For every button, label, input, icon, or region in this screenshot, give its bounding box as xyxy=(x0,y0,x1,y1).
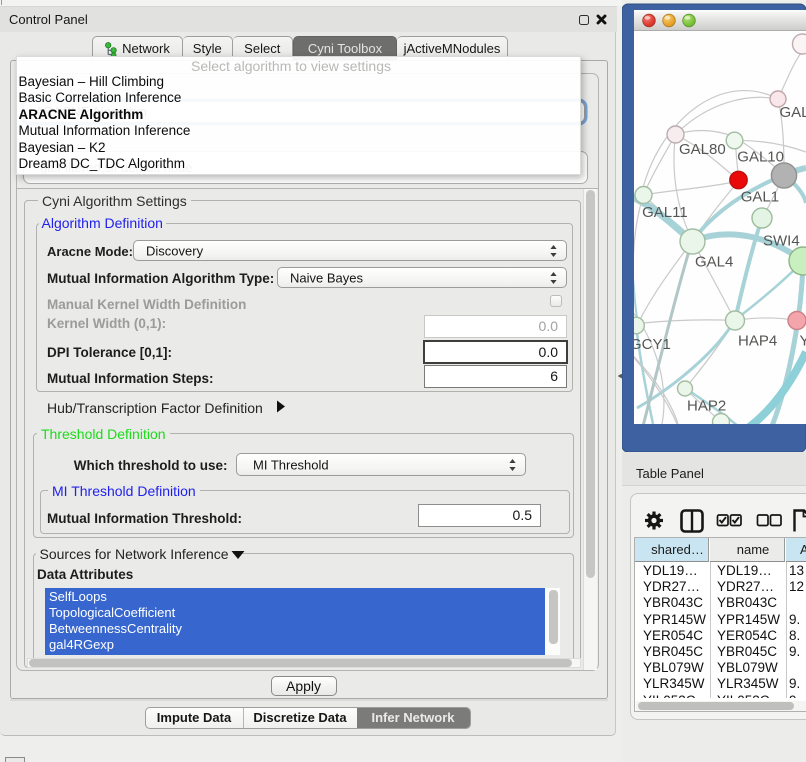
svg-text:SWI4: SWI4 xyxy=(763,233,800,250)
svg-text:Y: Y xyxy=(800,333,806,350)
svg-text:GCY1: GCY1 xyxy=(630,336,671,353)
svg-text:GAL11: GAL11 xyxy=(642,204,688,221)
svg-text:GAL80: GAL80 xyxy=(679,141,726,158)
svg-text:GAL4: GAL4 xyxy=(695,254,733,271)
svg-text:GAL10: GAL10 xyxy=(737,149,784,166)
svg-text:HAP4: HAP4 xyxy=(738,333,777,350)
svg-text:GAL2: GAL2 xyxy=(780,104,806,121)
svg-text:HAP2: HAP2 xyxy=(687,398,726,415)
svg-text:GAL1: GAL1 xyxy=(741,189,779,206)
